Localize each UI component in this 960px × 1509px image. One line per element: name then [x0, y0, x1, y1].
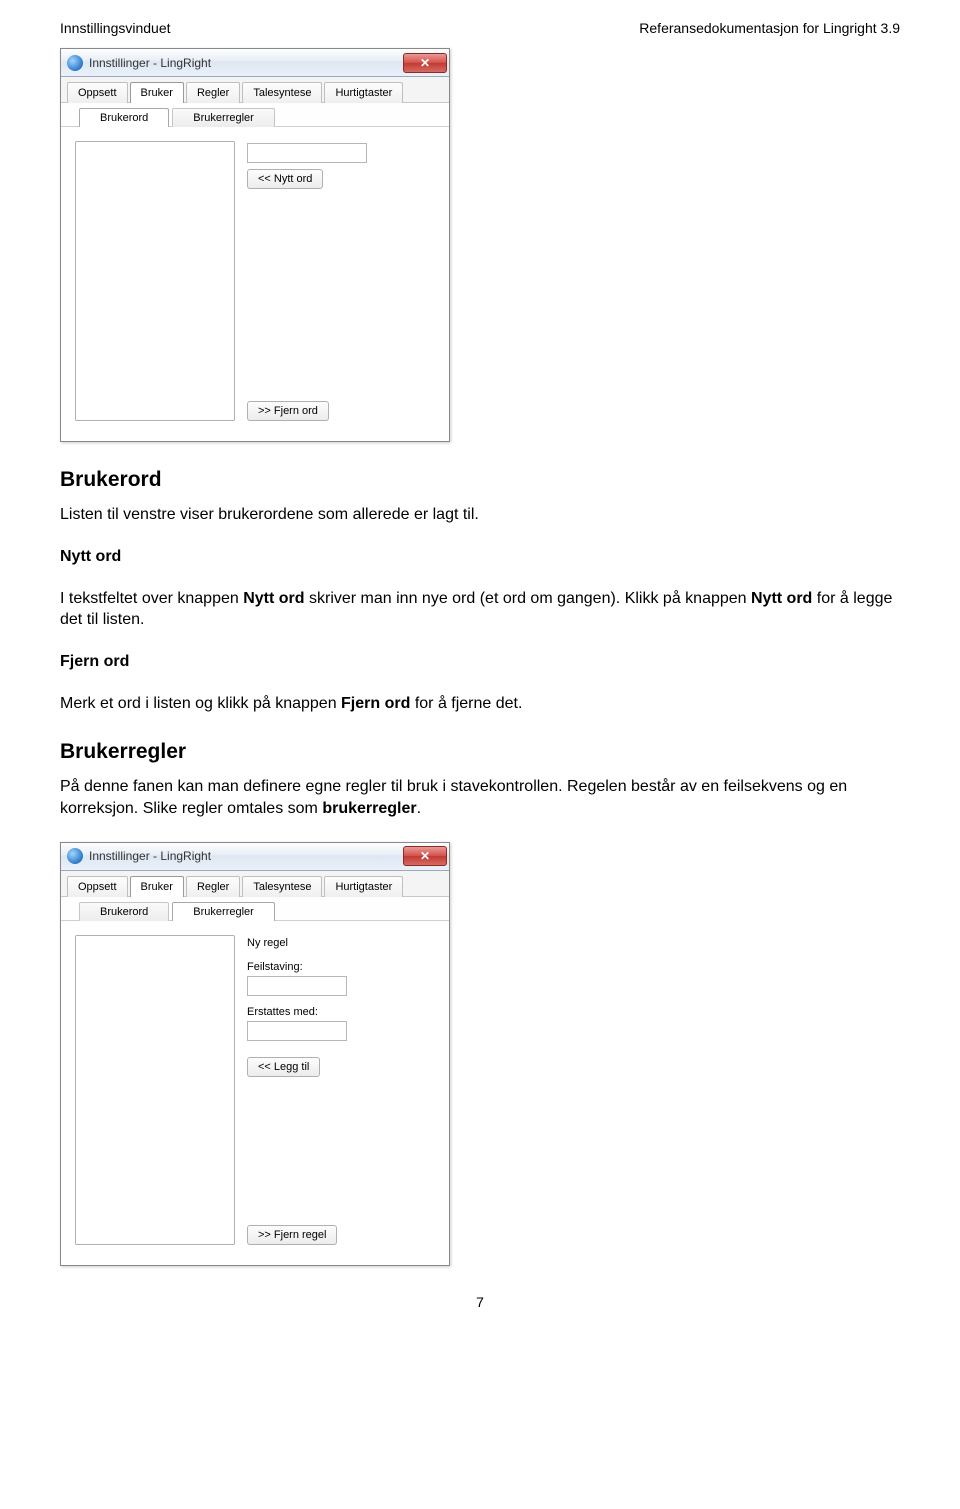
para-nytt-ord: I tekstfeltet over knappen Nytt ord skri… — [60, 588, 900, 631]
subtab-brukerregler[interactable]: Brukerregler — [172, 108, 275, 127]
sub-tab-strip: Brukerord Brukerregler — [61, 897, 449, 921]
page-header: Innstillingsvinduet Referansedokumentasj… — [60, 20, 900, 36]
sub-tab-strip: Brukerord Brukerregler — [61, 103, 449, 127]
text-run: I tekstfeltet over knappen — [60, 590, 243, 607]
tab-talesyntese[interactable]: Talesyntese — [242, 82, 322, 103]
settings-window-brukerord: Innstillinger - LingRight ✕ Oppsett Bruk… — [60, 48, 450, 442]
misspelling-label: Feilstaving: — [247, 961, 435, 973]
tab-bruker[interactable]: Bruker — [130, 876, 184, 897]
header-left: Innstillingsvinduet — [60, 20, 171, 36]
tab-hurtigtaster[interactable]: Hurtigtaster — [324, 876, 403, 897]
bold-run: Nytt ord — [751, 590, 812, 607]
subtab-brukerord[interactable]: Brukerord — [79, 902, 169, 921]
para-brukerord-intro: Listen til venstre viser brukerordene so… — [60, 504, 900, 526]
window-title: Innstillinger - LingRight — [89, 56, 403, 70]
subhead-fjern-ord: Fjern ord — [60, 653, 900, 671]
settings-window-brukerregler: Innstillinger - LingRight ✕ Oppsett Bruk… — [60, 842, 450, 1266]
app-icon — [67, 55, 83, 71]
para-brukerregler: På denne fanen kan man definere egne reg… — [60, 776, 900, 819]
tab-hurtigtaster[interactable]: Hurtigtaster — [324, 82, 403, 103]
text-run: På denne fanen kan man definere egne reg… — [60, 778, 847, 817]
titlebar: Innstillinger - LingRight ✕ — [61, 843, 449, 871]
para-fjern-ord: Merk et ord i listen og klikk på knappen… — [60, 693, 900, 715]
remove-rule-button[interactable]: >> Fjern regel — [247, 1225, 337, 1245]
new-rule-group-label: Ny regel — [247, 937, 435, 949]
window-title: Innstillinger - LingRight — [89, 849, 403, 863]
remove-word-button[interactable]: >> Fjern ord — [247, 401, 329, 421]
misspelling-input[interactable] — [247, 976, 347, 996]
text-run: skriver man inn nye ord (et ord om gange… — [305, 590, 751, 607]
window-body: Ny regel Feilstaving: Erstattes med: << … — [61, 921, 449, 1265]
subtab-brukerregler[interactable]: Brukerregler — [172, 902, 275, 921]
text-run: Merk et ord i listen og klikk på knappen — [60, 695, 341, 712]
app-icon — [67, 848, 83, 864]
word-listbox[interactable] — [75, 141, 235, 421]
window-body: << Nytt ord >> Fjern ord — [61, 127, 449, 441]
rules-listbox[interactable] — [75, 935, 235, 1245]
main-tab-strip: Oppsett Bruker Regler Talesyntese Hurtig… — [61, 871, 449, 897]
tab-bruker[interactable]: Bruker — [130, 82, 184, 103]
close-icon: ✕ — [420, 850, 430, 862]
subtab-brukerord[interactable]: Brukerord — [79, 108, 169, 127]
text-run: for å fjerne det. — [410, 695, 522, 712]
subhead-nytt-ord: Nytt ord — [60, 548, 900, 566]
close-button[interactable]: ✕ — [403, 53, 447, 73]
tab-oppsett[interactable]: Oppsett — [67, 876, 128, 897]
titlebar: Innstillinger - LingRight ✕ — [61, 49, 449, 77]
tab-regler[interactable]: Regler — [186, 876, 240, 897]
heading-brukerord: Brukerord — [60, 468, 900, 492]
bold-run: Nytt ord — [243, 590, 304, 607]
header-right: Referansedokumentasjon for Lingright 3.9 — [639, 20, 900, 36]
text-run: . — [417, 800, 421, 817]
heading-brukerregler: Brukerregler — [60, 740, 900, 764]
bold-run: Fjern ord — [341, 695, 410, 712]
tab-regler[interactable]: Regler — [186, 82, 240, 103]
add-word-button[interactable]: << Nytt ord — [247, 169, 323, 189]
new-word-input[interactable] — [247, 143, 367, 163]
replace-input[interactable] — [247, 1021, 347, 1041]
tab-oppsett[interactable]: Oppsett — [67, 82, 128, 103]
page-number: 7 — [60, 1294, 900, 1310]
tab-talesyntese[interactable]: Talesyntese — [242, 876, 322, 897]
add-rule-button[interactable]: << Legg til — [247, 1057, 320, 1077]
close-icon: ✕ — [420, 57, 430, 69]
bold-run: brukerregler — [322, 800, 416, 817]
replace-label: Erstattes med: — [247, 1006, 435, 1018]
close-button[interactable]: ✕ — [403, 846, 447, 866]
main-tab-strip: Oppsett Bruker Regler Talesyntese Hurtig… — [61, 77, 449, 103]
